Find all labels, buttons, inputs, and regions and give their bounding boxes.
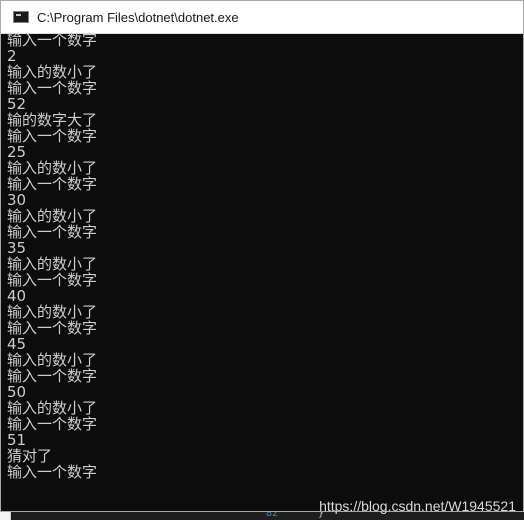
console-line: 输入一个数字: [7, 367, 98, 385]
console-line: 输入一个数字: [7, 127, 98, 145]
console-line: 输入的数小了: [7, 351, 98, 369]
console-line: 25: [7, 143, 27, 161]
console-line: 输入一个数字: [7, 319, 98, 337]
console-line: 输入一个数字: [7, 463, 98, 481]
console-line: 52: [7, 95, 27, 113]
console-app-icon: [13, 11, 29, 23]
watermark: https://blog.csdn.net/W1945521: [319, 498, 516, 514]
console-line: 35: [7, 239, 27, 257]
window-title: C:\Program Files\dotnet\dotnet.exe: [37, 9, 239, 25]
console-line: 50: [7, 383, 27, 401]
console-line: 输入的数小了: [7, 399, 98, 417]
console-line: 输入的数小了: [7, 303, 98, 321]
console-line: 输入一个数字: [7, 175, 98, 193]
console-line: 输入一个数字: [7, 223, 98, 241]
console-line: 51: [7, 431, 27, 449]
console-line: 输入一个数字: [7, 271, 98, 289]
title-bar[interactable]: C:\Program Files\dotnet\dotnet.exe: [1, 1, 523, 34]
console-line: 输入的数小了: [7, 207, 98, 225]
console-line: 45: [7, 335, 27, 353]
console-window[interactable]: C:\Program Files\dotnet\dotnet.exe 输入一个数…: [0, 0, 524, 512]
console-output[interactable]: 输入一个数字 2 输入的数小了 输入一个数字 52 输的数字大了 输入一个数字 25 输入的数小…: [7, 32, 523, 511]
console-line: 输入的数小了: [7, 63, 98, 81]
console-line: 2: [7, 47, 17, 65]
console-line: 猜对了: [7, 447, 53, 465]
console-line: 输的数字大了: [7, 111, 98, 129]
console-line: 输入一个数字: [7, 79, 98, 97]
console-line: 输入的数小了: [7, 159, 98, 177]
console-line: 30: [7, 191, 27, 209]
console-line: 输入一个数字: [7, 415, 98, 433]
console-line: 输入的数小了: [7, 255, 98, 273]
console-line: 输入一个数字: [7, 32, 98, 49]
console-line: 40: [7, 287, 27, 305]
